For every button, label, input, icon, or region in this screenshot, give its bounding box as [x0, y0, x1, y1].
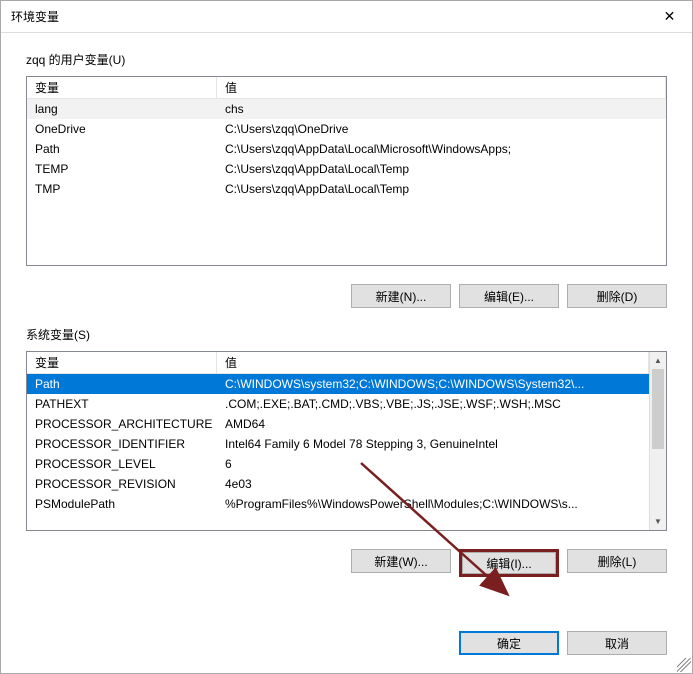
system-new-button[interactable]: 新建(W)...	[351, 549, 451, 573]
dialog-content: zqq 的用户变量(U) 变量 值 lang chs OneDrive	[1, 33, 692, 621]
user-new-button[interactable]: 新建(N)...	[351, 284, 451, 308]
user-vars-group: zqq 的用户变量(U) 变量 值 lang chs OneDrive	[26, 51, 667, 308]
cell-val: .COM;.EXE;.BAT;.CMD;.VBS;.VBE;.JS;.JSE;.…	[217, 395, 649, 413]
table-row[interactable]: PROCESSOR_LEVEL 6	[27, 454, 649, 474]
system-vars-group: 系统变量(S) 变量 值 Path C:\WINDOWS\system32;C:…	[26, 326, 667, 577]
cell-var: PSModulePath	[27, 495, 217, 513]
col-header-value[interactable]: 值	[217, 77, 666, 99]
table-row[interactable]: Path C:\Users\zqq\AppData\Local\Microsof…	[27, 139, 666, 159]
cell-val: C:\Users\zqq\AppData\Local\Temp	[217, 160, 666, 178]
col-header-value[interactable]: 值	[217, 352, 649, 374]
cell-var: Path	[27, 140, 217, 158]
table-row[interactable]: lang chs	[27, 99, 666, 119]
system-table-header: 变量 值	[27, 352, 649, 374]
cell-val: 4e03	[217, 475, 649, 493]
user-delete-button[interactable]: 删除(D)	[567, 284, 667, 308]
table-row[interactable]: PSModulePath %ProgramFiles%\WindowsPower…	[27, 494, 649, 514]
col-header-variable[interactable]: 变量	[27, 352, 217, 374]
close-icon: ✕	[664, 8, 676, 25]
scroll-track[interactable]	[650, 369, 666, 513]
cell-var: PROCESSOR_LEVEL	[27, 455, 217, 473]
cell-val: C:\Users\zqq\OneDrive	[217, 120, 666, 138]
close-button[interactable]: ✕	[647, 2, 692, 32]
cell-val: Intel64 Family 6 Model 78 Stepping 3, Ge…	[217, 435, 649, 453]
table-row[interactable]: Path C:\WINDOWS\system32;C:\WINDOWS;C:\W…	[27, 374, 649, 394]
cell-val: %ProgramFiles%\WindowsPowerShell\Modules…	[217, 495, 649, 513]
user-edit-button[interactable]: 编辑(E)...	[459, 284, 559, 308]
cell-var: lang	[27, 100, 217, 118]
cell-val: chs	[217, 100, 666, 118]
user-vars-table[interactable]: 变量 值 lang chs OneDrive C:\Users\zqq\OneD…	[26, 76, 667, 266]
system-vars-table[interactable]: 变量 值 Path C:\WINDOWS\system32;C:\WINDOWS…	[26, 351, 667, 531]
cell-var: PROCESSOR_REVISION	[27, 475, 217, 493]
scroll-up-icon[interactable]: ▲	[650, 352, 666, 369]
cell-var: TMP	[27, 180, 217, 198]
scroll-thumb[interactable]	[652, 369, 664, 449]
table-row[interactable]: PROCESSOR_ARCHITECTURE AMD64	[27, 414, 649, 434]
cell-var: OneDrive	[27, 120, 217, 138]
cell-var: PATHEXT	[27, 395, 217, 413]
env-vars-dialog: 环境变量 ✕ zqq 的用户变量(U) 变量 值 lang chs	[0, 0, 693, 674]
cell-val: C:\Users\zqq\AppData\Local\Temp	[217, 180, 666, 198]
table-row[interactable]: PROCESSOR_REVISION 4e03	[27, 474, 649, 494]
user-vars-buttons: 新建(N)... 编辑(E)... 删除(D)	[26, 274, 667, 308]
table-row[interactable]: PROCESSOR_IDENTIFIER Intel64 Family 6 Mo…	[27, 434, 649, 454]
dialog-footer: 确定 取消	[1, 621, 692, 673]
system-edit-button[interactable]: 编辑(I)...	[459, 549, 559, 577]
table-row[interactable]: OneDrive C:\Users\zqq\OneDrive	[27, 119, 666, 139]
user-table-header: 变量 值	[27, 77, 666, 99]
system-vars-label: 系统变量(S)	[26, 326, 667, 343]
scroll-down-icon[interactable]: ▼	[650, 513, 666, 530]
cancel-button[interactable]: 取消	[567, 631, 667, 655]
cell-val: AMD64	[217, 415, 649, 433]
resize-grip-icon[interactable]	[677, 658, 691, 672]
titlebar: 环境变量 ✕	[1, 1, 692, 33]
table-row[interactable]: TMP C:\Users\zqq\AppData\Local\Temp	[27, 179, 666, 199]
cell-var: PROCESSOR_IDENTIFIER	[27, 435, 217, 453]
system-vars-buttons: 新建(W)... 编辑(I)... 删除(L)	[26, 539, 667, 577]
user-vars-label: zqq 的用户变量(U)	[26, 51, 667, 68]
cell-val: 6	[217, 455, 649, 473]
cell-var: TEMP	[27, 160, 217, 178]
system-delete-button[interactable]: 删除(L)	[567, 549, 667, 573]
cell-var: PROCESSOR_ARCHITECTURE	[27, 415, 217, 433]
table-row[interactable]: PATHEXT .COM;.EXE;.BAT;.CMD;.VBS;.VBE;.J…	[27, 394, 649, 414]
table-row[interactable]: TEMP C:\Users\zqq\AppData\Local\Temp	[27, 159, 666, 179]
cell-var: Path	[27, 375, 217, 393]
cell-val: C:\Users\zqq\AppData\Local\Microsoft\Win…	[217, 140, 666, 158]
vertical-scrollbar[interactable]: ▲ ▼	[649, 352, 666, 530]
ok-button[interactable]: 确定	[459, 631, 559, 655]
cell-val: C:\WINDOWS\system32;C:\WINDOWS;C:\WINDOW…	[217, 375, 649, 393]
col-header-variable[interactable]: 变量	[27, 77, 217, 99]
window-title: 环境变量	[11, 8, 59, 25]
